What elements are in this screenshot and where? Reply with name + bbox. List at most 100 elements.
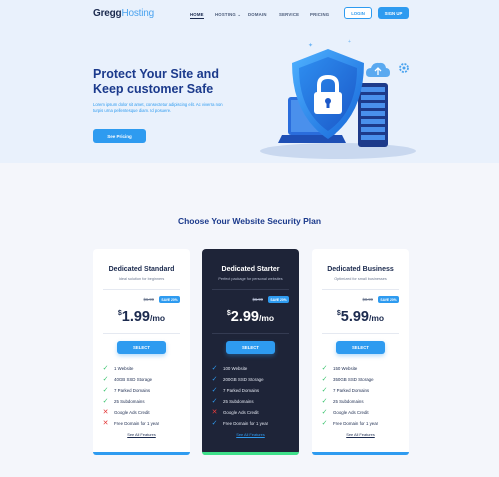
save-badge: SAVE 20%: [378, 296, 399, 303]
feature-item: ✕ Free Domain for 1 year: [102, 418, 184, 429]
see-pricing-button[interactable]: See Pricing: [93, 129, 146, 143]
select-plan-button[interactable]: SELECT: [117, 341, 166, 354]
divider: [322, 289, 399, 290]
divider: [322, 333, 399, 334]
plan-tagline: Ideal solution for beginners: [118, 277, 165, 281]
price-amount: 1.99: [121, 309, 150, 325]
nav-domain[interactable]: DOMAIN: [248, 12, 267, 17]
plan-price: $1.99/mo: [93, 308, 190, 326]
feature-text: 7 Parked Domains: [114, 388, 151, 393]
check-icon: ✓: [321, 387, 328, 394]
plan-name: Dedicated Standard: [108, 266, 175, 273]
feature-text: 150 Website: [333, 366, 358, 371]
check-icon: ✓: [102, 365, 109, 372]
plan-name: Dedicated Business: [327, 266, 394, 273]
signup-button[interactable]: SIGN UP: [378, 7, 409, 19]
feature-item: ✕ Google Ads Credit: [102, 407, 184, 418]
check-icon: ✓: [321, 365, 328, 372]
check-icon: ✓: [102, 376, 109, 383]
feature-item: ✓ Google Ads Credit: [321, 407, 403, 418]
login-button[interactable]: LOGIN: [344, 7, 372, 19]
nav-hosting[interactable]: HOSTING ⌄: [215, 12, 241, 18]
check-icon: ✓: [321, 409, 328, 416]
feature-text: 200GB SSD Storage: [223, 377, 264, 382]
cross-icon: ✕: [102, 409, 109, 416]
old-price: $6.99: [143, 297, 154, 302]
see-all-features-link[interactable]: See All Features: [312, 432, 409, 437]
feature-text: Free Domain for 1 year: [114, 421, 160, 426]
feature-item: ✓ 7 Parked Domains: [102, 385, 184, 396]
check-icon: ✓: [321, 420, 328, 427]
price-currency: $: [226, 310, 231, 317]
check-icon: ✓: [102, 398, 109, 405]
feature-item: ✓ 350GB SSD Storage: [321, 374, 403, 385]
select-plan-button[interactable]: SELECT: [336, 341, 385, 354]
hero-description: Lorem ipsum dolor sit amet, consectetur …: [93, 102, 223, 113]
plan-tagline: Optimized for small businesses: [334, 277, 387, 281]
feature-item: ✓ 25 Subdomains: [211, 396, 293, 407]
nav-home[interactable]: HOME: [190, 12, 204, 17]
see-all-features-link[interactable]: See All Features: [202, 432, 299, 437]
feature-item: ✓ 7 Parked Domains: [211, 385, 293, 396]
plan-price: $2.99/mo: [202, 308, 299, 326]
plan-card-starter: Dedicated Starter Perfect package for pe…: [202, 249, 299, 455]
site-logo[interactable]: GreggHosting: [93, 8, 154, 19]
check-icon: ✓: [211, 376, 218, 383]
check-icon: ✓: [211, 398, 218, 405]
feature-item: ✓ 25 Subdomains: [102, 396, 184, 407]
feature-text: Free Domain for 1 year: [223, 421, 269, 426]
price-period: /mo: [369, 313, 385, 323]
plan-card-business: Dedicated Business Optimized for small b…: [312, 249, 409, 455]
feature-text: 25 Subdomains: [114, 399, 145, 404]
feature-item: ✓ 40GB SSD Storage: [102, 374, 184, 385]
divider: [212, 289, 289, 290]
feature-item: ✕ Google Ads Credit: [211, 407, 293, 418]
check-icon: ✓: [321, 376, 328, 383]
divider: [103, 333, 180, 334]
chevron-down-icon: ⌄: [237, 12, 242, 17]
card-accent-bar: [312, 452, 409, 455]
nav-hosting-label: HOSTING: [215, 12, 236, 17]
old-price: $8.99: [362, 297, 373, 302]
save-badge: SAVE 20%: [268, 296, 289, 303]
divider: [212, 333, 289, 334]
feature-text: Google Ads Credit: [223, 410, 259, 415]
nav-service[interactable]: SERVICE: [279, 12, 299, 17]
feature-item: ✓ 150 Website: [321, 363, 403, 374]
price-period: /mo: [150, 313, 166, 323]
divider: [103, 289, 180, 290]
security-illustration: ✦ + + ●: [260, 39, 416, 159]
feature-text: 1 Website: [114, 366, 134, 371]
save-badge: SAVE 20%: [159, 296, 180, 303]
select-plan-button[interactable]: SELECT: [226, 341, 275, 354]
feature-item: ✓ 7 Parked Domains: [321, 385, 403, 396]
old-price: $6.99: [252, 297, 263, 302]
plan-name: Dedicated Starter: [221, 266, 280, 273]
feature-item: ✓ Free Domain for 1 year: [321, 418, 403, 429]
plan-tagline: Perfect package for personal websites: [218, 277, 283, 281]
price-currency: $: [336, 310, 341, 317]
price-amount: 2.99: [230, 309, 259, 325]
plan-price: $5.99/mo: [312, 308, 409, 326]
price-period: /mo: [259, 313, 275, 323]
feature-list: ✓ 1 Website ✓ 40GB SSD Storage ✓ 7 Parked Dom…: [102, 363, 184, 429]
hero-section: GreggHosting HOME HOSTING ⌄ DOMAIN SERVI…: [0, 0, 499, 163]
cross-icon: ✕: [102, 420, 109, 427]
feature-item: ✓ 200GB SSD Storage: [211, 374, 293, 385]
see-all-features-link[interactable]: See All Features: [93, 432, 190, 437]
feature-text: Free Domain for 1 year: [333, 421, 379, 426]
price-currency: $: [117, 310, 122, 317]
check-icon: ✓: [321, 398, 328, 405]
card-accent-bar: [93, 452, 190, 455]
nav-pricing[interactable]: PRICING: [310, 12, 329, 17]
feature-text: 100 Website: [223, 366, 248, 371]
card-accent-bar: [202, 452, 299, 455]
svg-text:+: +: [348, 39, 351, 45]
feature-item: ✓ 25 Subdomains: [321, 396, 403, 407]
feature-text: 7 Parked Domains: [333, 388, 370, 393]
feature-list: ✓ 150 Website ✓ 350GB SSD Storage ✓ 7 Parked …: [321, 363, 403, 429]
check-icon: ✓: [211, 420, 218, 427]
svg-text:✦: ✦: [308, 42, 313, 49]
hero-title: Protect Your Site and Keep customer Safe: [93, 67, 219, 96]
check-icon: ✓: [102, 387, 109, 394]
